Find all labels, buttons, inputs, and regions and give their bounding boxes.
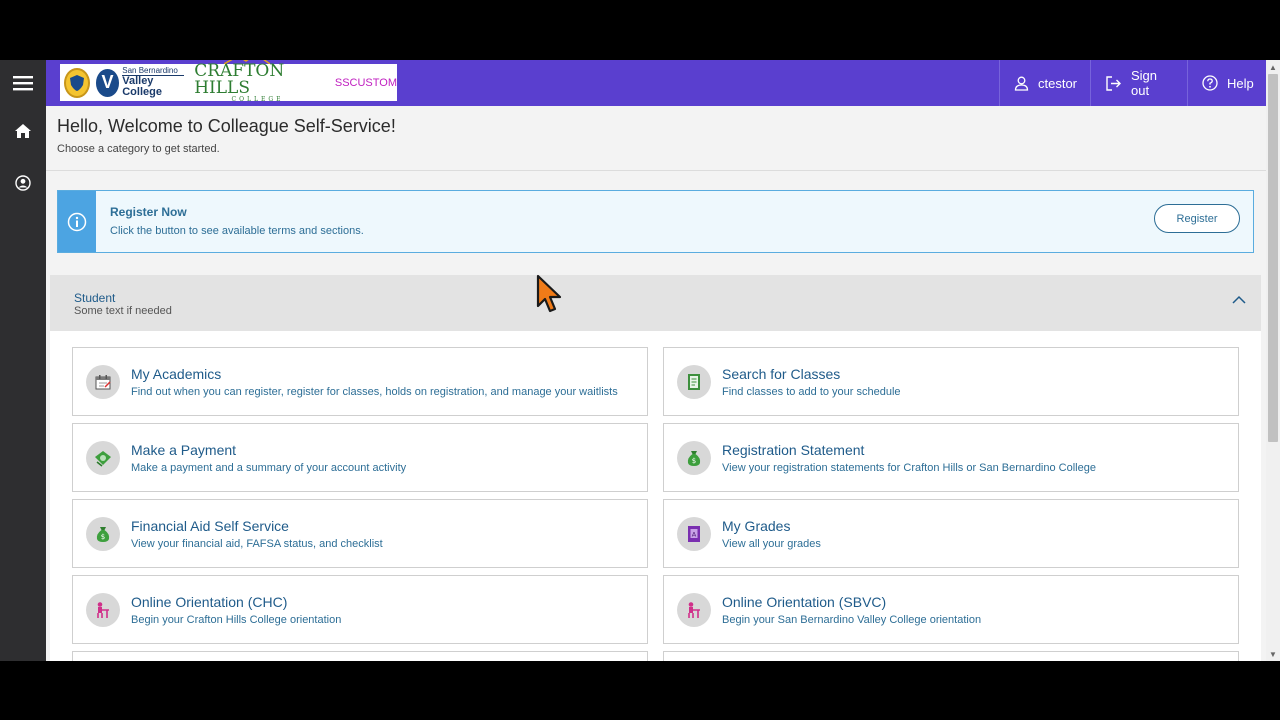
alert-title: Register Now <box>110 205 187 219</box>
user-name: ctestor <box>1038 75 1078 91</box>
card-title: My Grades <box>722 518 791 534</box>
card-online-orientation-chc[interactable]: Online Orientation (CHC) Begin your Craf… <box>72 575 648 644</box>
card-partial-left[interactable] <box>72 651 648 661</box>
hamburger-menu-button[interactable] <box>0 63 46 103</box>
college-logo[interactable]: V San Bernardino Valley College CRAFTON … <box>60 60 397 103</box>
help-label: Help <box>1227 75 1254 91</box>
register-button[interactable]: Register <box>1154 204 1240 233</box>
card-title: My Academics <box>131 366 222 382</box>
calendar-icon <box>86 365 120 399</box>
help-button[interactable]: Help <box>1187 60 1266 106</box>
money-bag-icon: $ <box>677 441 711 475</box>
top-bar: V San Bernardino Valley College CRAFTON … <box>46 60 1266 106</box>
card-title: Registration Statement <box>722 442 865 458</box>
info-icon <box>67 212 87 231</box>
scrollbar-thumb[interactable] <box>1268 74 1278 442</box>
card-registration-statement[interactable]: $ Registration Statement View your regis… <box>663 423 1239 492</box>
page-scrollbar[interactable]: ▲ ▼ <box>1266 60 1280 661</box>
card-make-a-payment[interactable]: Make a Payment Make a payment and a summ… <box>72 423 648 492</box>
card-description: Find out when you can register, register… <box>131 386 618 398</box>
home-button[interactable] <box>0 111 46 151</box>
user-icon <box>1014 76 1029 91</box>
chc-logo-text: CRAFTON HILLS COLLEGE <box>194 60 321 103</box>
register-now-alert: Register Now Click the button to see ava… <box>57 190 1254 253</box>
alert-icon-bar <box>58 191 96 252</box>
card-financial-aid[interactable]: $ Financial Aid Self Service View your f… <box>72 499 648 568</box>
card-partial-right[interactable] <box>663 651 1239 661</box>
grade-book-icon: A <box>677 517 711 551</box>
help-icon <box>1202 75 1218 91</box>
svg-text:$: $ <box>101 533 105 541</box>
svg-text:$: $ <box>692 457 696 465</box>
scroll-up-arrow-icon[interactable]: ▲ <box>1266 60 1280 74</box>
card-title: Online Orientation (CHC) <box>131 594 288 610</box>
card-description: Begin your Crafton Hills College orienta… <box>131 614 342 626</box>
app-frame: V San Bernardino Valley College CRAFTON … <box>0 60 1280 661</box>
home-icon <box>15 124 31 138</box>
card-description: View your registration statements for Cr… <box>722 462 1096 474</box>
card-title: Make a Payment <box>131 442 237 458</box>
card-description: Find classes to add to your schedule <box>722 386 901 398</box>
sbvc-logo-text: San Bernardino Valley College <box>122 67 185 98</box>
money-bag-icon: $ <box>86 517 120 551</box>
hamburger-icon <box>13 76 33 91</box>
card-description: View your financial aid, FAFSA status, a… <box>131 538 383 550</box>
card-description: View all your grades <box>722 538 821 550</box>
sign-out-label: Sign out <box>1131 68 1158 98</box>
card-title: Online Orientation (SBVC) <box>722 594 887 610</box>
chevron-up-icon[interactable] <box>1232 295 1246 304</box>
card-description: Begin your San Bernardino Valley College… <box>722 614 982 626</box>
left-nav <box>0 60 46 661</box>
profile-button[interactable] <box>0 163 46 203</box>
sbvc-logo-icon: V <box>95 68 120 97</box>
card-title: Financial Aid Self Service <box>131 518 289 534</box>
mouse-cursor-icon <box>536 274 562 313</box>
district-seal-icon <box>64 67 90 98</box>
card-description: Make a payment and a summary of your acc… <box>131 462 407 474</box>
sign-out-button[interactable]: Sign out <box>1090 60 1188 106</box>
category-cards: My Academics Find out when you can regis… <box>50 331 1261 661</box>
card-my-grades[interactable]: A My Grades View all your grades <box>663 499 1239 568</box>
category-title: Student <box>74 291 116 305</box>
page-subtitle: Choose a category to get started. <box>57 143 220 155</box>
logo-tag: SSCUSTOM <box>334 76 397 89</box>
card-search-for-classes[interactable]: Search for Classes Find classes to add t… <box>663 347 1239 416</box>
alert-message: Click the button to see available terms … <box>110 225 364 237</box>
card-my-academics[interactable]: My Academics Find out when you can regis… <box>72 347 648 416</box>
scroll-down-arrow-icon[interactable]: ▼ <box>1266 647 1280 661</box>
page-title: Hello, Welcome to Colleague Self-Service… <box>57 116 396 136</box>
user-menu-button[interactable]: ctestor <box>999 60 1091 106</box>
student-category-header[interactable]: Student Some text if needed <box>50 275 1261 331</box>
category-subtitle: Some text if needed <box>74 305 172 317</box>
money-icon <box>86 441 120 475</box>
student-desk-icon <box>86 593 120 627</box>
sign-out-icon <box>1105 75 1122 91</box>
card-title: Search for Classes <box>722 366 841 382</box>
notebook-icon <box>677 365 711 399</box>
user-circle-icon <box>15 175 31 191</box>
header-divider <box>46 170 1266 171</box>
card-online-orientation-sbvc[interactable]: Online Orientation (SBVC) Begin your San… <box>663 575 1239 644</box>
svg-text:A: A <box>692 531 697 539</box>
student-desk-icon <box>677 593 711 627</box>
